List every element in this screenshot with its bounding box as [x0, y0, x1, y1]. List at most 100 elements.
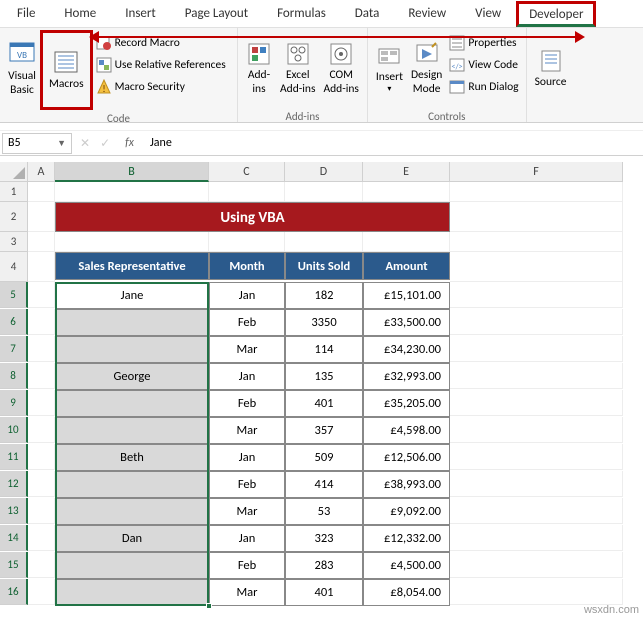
tab-view[interactable]: View [461, 1, 515, 26]
cell[interactable] [363, 182, 450, 202]
cell[interactable] [450, 417, 623, 443]
fill-handle[interactable] [206, 603, 212, 609]
source-button[interactable]: Source [531, 30, 571, 108]
cell-units[interactable]: 401 [285, 579, 363, 606]
cell-rep[interactable] [55, 336, 209, 363]
cell-month[interactable]: Feb [209, 390, 285, 417]
cell-month[interactable]: Mar [209, 336, 285, 363]
fx-icon[interactable]: fx [120, 136, 139, 150]
header-rep[interactable]: Sales Representative [55, 252, 209, 280]
cell-amount[interactable]: £35,205.00 [363, 390, 450, 417]
cell-month[interactable]: Jan [209, 444, 285, 471]
cell[interactable] [28, 182, 55, 202]
cell-units[interactable]: 114 [285, 336, 363, 363]
col-header-B[interactable]: B [55, 162, 209, 182]
cell-units[interactable]: 283 [285, 552, 363, 579]
cell-month[interactable]: Feb [209, 309, 285, 336]
visual-basic-button[interactable]: VB Visual Basic [4, 30, 40, 108]
cell-rep[interactable] [55, 498, 209, 525]
view-code-button[interactable]: </> View Code [446, 54, 521, 76]
cell-units[interactable]: 401 [285, 390, 363, 417]
cell[interactable] [28, 579, 55, 605]
cell-units[interactable]: 53 [285, 498, 363, 525]
macro-security-button[interactable]: ! Macro Security [93, 76, 229, 98]
row-header-1[interactable]: 1 [0, 182, 28, 202]
tab-review[interactable]: Review [394, 1, 460, 26]
cell-rep[interactable] [55, 309, 209, 336]
cell[interactable] [55, 182, 209, 202]
macros-button[interactable]: Macros [45, 34, 88, 106]
tab-formulas[interactable]: Formulas [263, 1, 340, 26]
header-month[interactable]: Month [209, 252, 285, 280]
cell-units[interactable]: 3350 [285, 309, 363, 336]
cell-rep[interactable]: Dan [55, 525, 209, 552]
row-header-15[interactable]: 15 [0, 552, 28, 578]
cell[interactable] [450, 336, 623, 362]
cell[interactable] [28, 202, 55, 232]
row-header-8[interactable]: 8 [0, 363, 28, 389]
cell[interactable] [28, 336, 55, 362]
cell[interactable] [450, 525, 623, 551]
cell-rep[interactable] [55, 390, 209, 417]
cell-units[interactable]: 323 [285, 525, 363, 552]
tab-data[interactable]: Data [341, 1, 394, 26]
cell-amount[interactable]: £15,101.00 [363, 282, 450, 309]
cell[interactable] [28, 252, 55, 282]
row-header-9[interactable]: 9 [0, 390, 28, 416]
cell-rep[interactable]: George [55, 363, 209, 390]
cell[interactable] [285, 182, 363, 202]
row-header-12[interactable]: 12 [0, 471, 28, 497]
row-header-14[interactable]: 14 [0, 525, 28, 551]
cell[interactable] [450, 471, 623, 497]
cell[interactable] [285, 232, 363, 252]
cell-month[interactable]: Mar [209, 417, 285, 444]
cell-amount[interactable]: £32,993.00 [363, 363, 450, 390]
spreadsheet-grid[interactable]: A B C D E F 1 2 Using VBA 3 4 Sales Repr… [0, 162, 643, 606]
cell-amount[interactable]: £12,332.00 [363, 525, 450, 552]
insert-control-button[interactable]: Insert ▾ [372, 30, 407, 108]
cell[interactable] [450, 282, 623, 308]
cell[interactable] [28, 282, 55, 308]
tab-developer[interactable]: Developer [516, 1, 596, 27]
cell-rep[interactable] [55, 417, 209, 444]
tab-home[interactable]: Home [50, 1, 110, 26]
cell[interactable] [450, 552, 623, 578]
col-header-E[interactable]: E [363, 162, 450, 182]
cell[interactable] [28, 232, 55, 252]
formula-input[interactable]: Jane [145, 136, 643, 150]
cell[interactable] [28, 417, 55, 443]
cell-amount[interactable]: £4,598.00 [363, 417, 450, 444]
cell-amount[interactable]: £12,506.00 [363, 444, 450, 471]
cell-month[interactable]: Mar [209, 579, 285, 606]
excel-addins-button[interactable]: Excel Add-ins [276, 30, 319, 108]
cell-month[interactable]: Feb [209, 552, 285, 579]
cell-rep[interactable]: Jane [55, 282, 209, 309]
com-addins-button[interactable]: COM Add-ins [319, 30, 362, 108]
col-header-A[interactable]: A [28, 162, 55, 182]
cell[interactable] [28, 390, 55, 416]
row-header-4[interactable]: 4 [0, 252, 28, 282]
col-header-C[interactable]: C [209, 162, 285, 182]
use-relative-button[interactable]: Use Relative References [93, 54, 229, 76]
row-header-7[interactable]: 7 [0, 336, 28, 362]
row-header-3[interactable]: 3 [0, 232, 28, 252]
cell-month[interactable]: Feb [209, 471, 285, 498]
row-header-10[interactable]: 10 [0, 417, 28, 443]
enter-formula-icon[interactable]: ✓ [100, 136, 110, 151]
cell[interactable] [28, 363, 55, 389]
cell-amount[interactable]: £9,092.00 [363, 498, 450, 525]
row-header-16[interactable]: 16 [0, 579, 28, 605]
cell-rep[interactable]: Beth [55, 444, 209, 471]
cell[interactable] [363, 232, 450, 252]
select-all-cell[interactable] [0, 162, 28, 182]
cell[interactable] [450, 309, 623, 335]
row-header-11[interactable]: 11 [0, 444, 28, 470]
cell[interactable] [28, 471, 55, 497]
cell-amount[interactable]: £34,230.00 [363, 336, 450, 363]
cell-rep[interactable] [55, 552, 209, 579]
cell-month[interactable]: Jan [209, 363, 285, 390]
cell-units[interactable]: 182 [285, 282, 363, 309]
cell[interactable] [28, 552, 55, 578]
cell-units[interactable]: 357 [285, 417, 363, 444]
cell-month[interactable]: Mar [209, 498, 285, 525]
